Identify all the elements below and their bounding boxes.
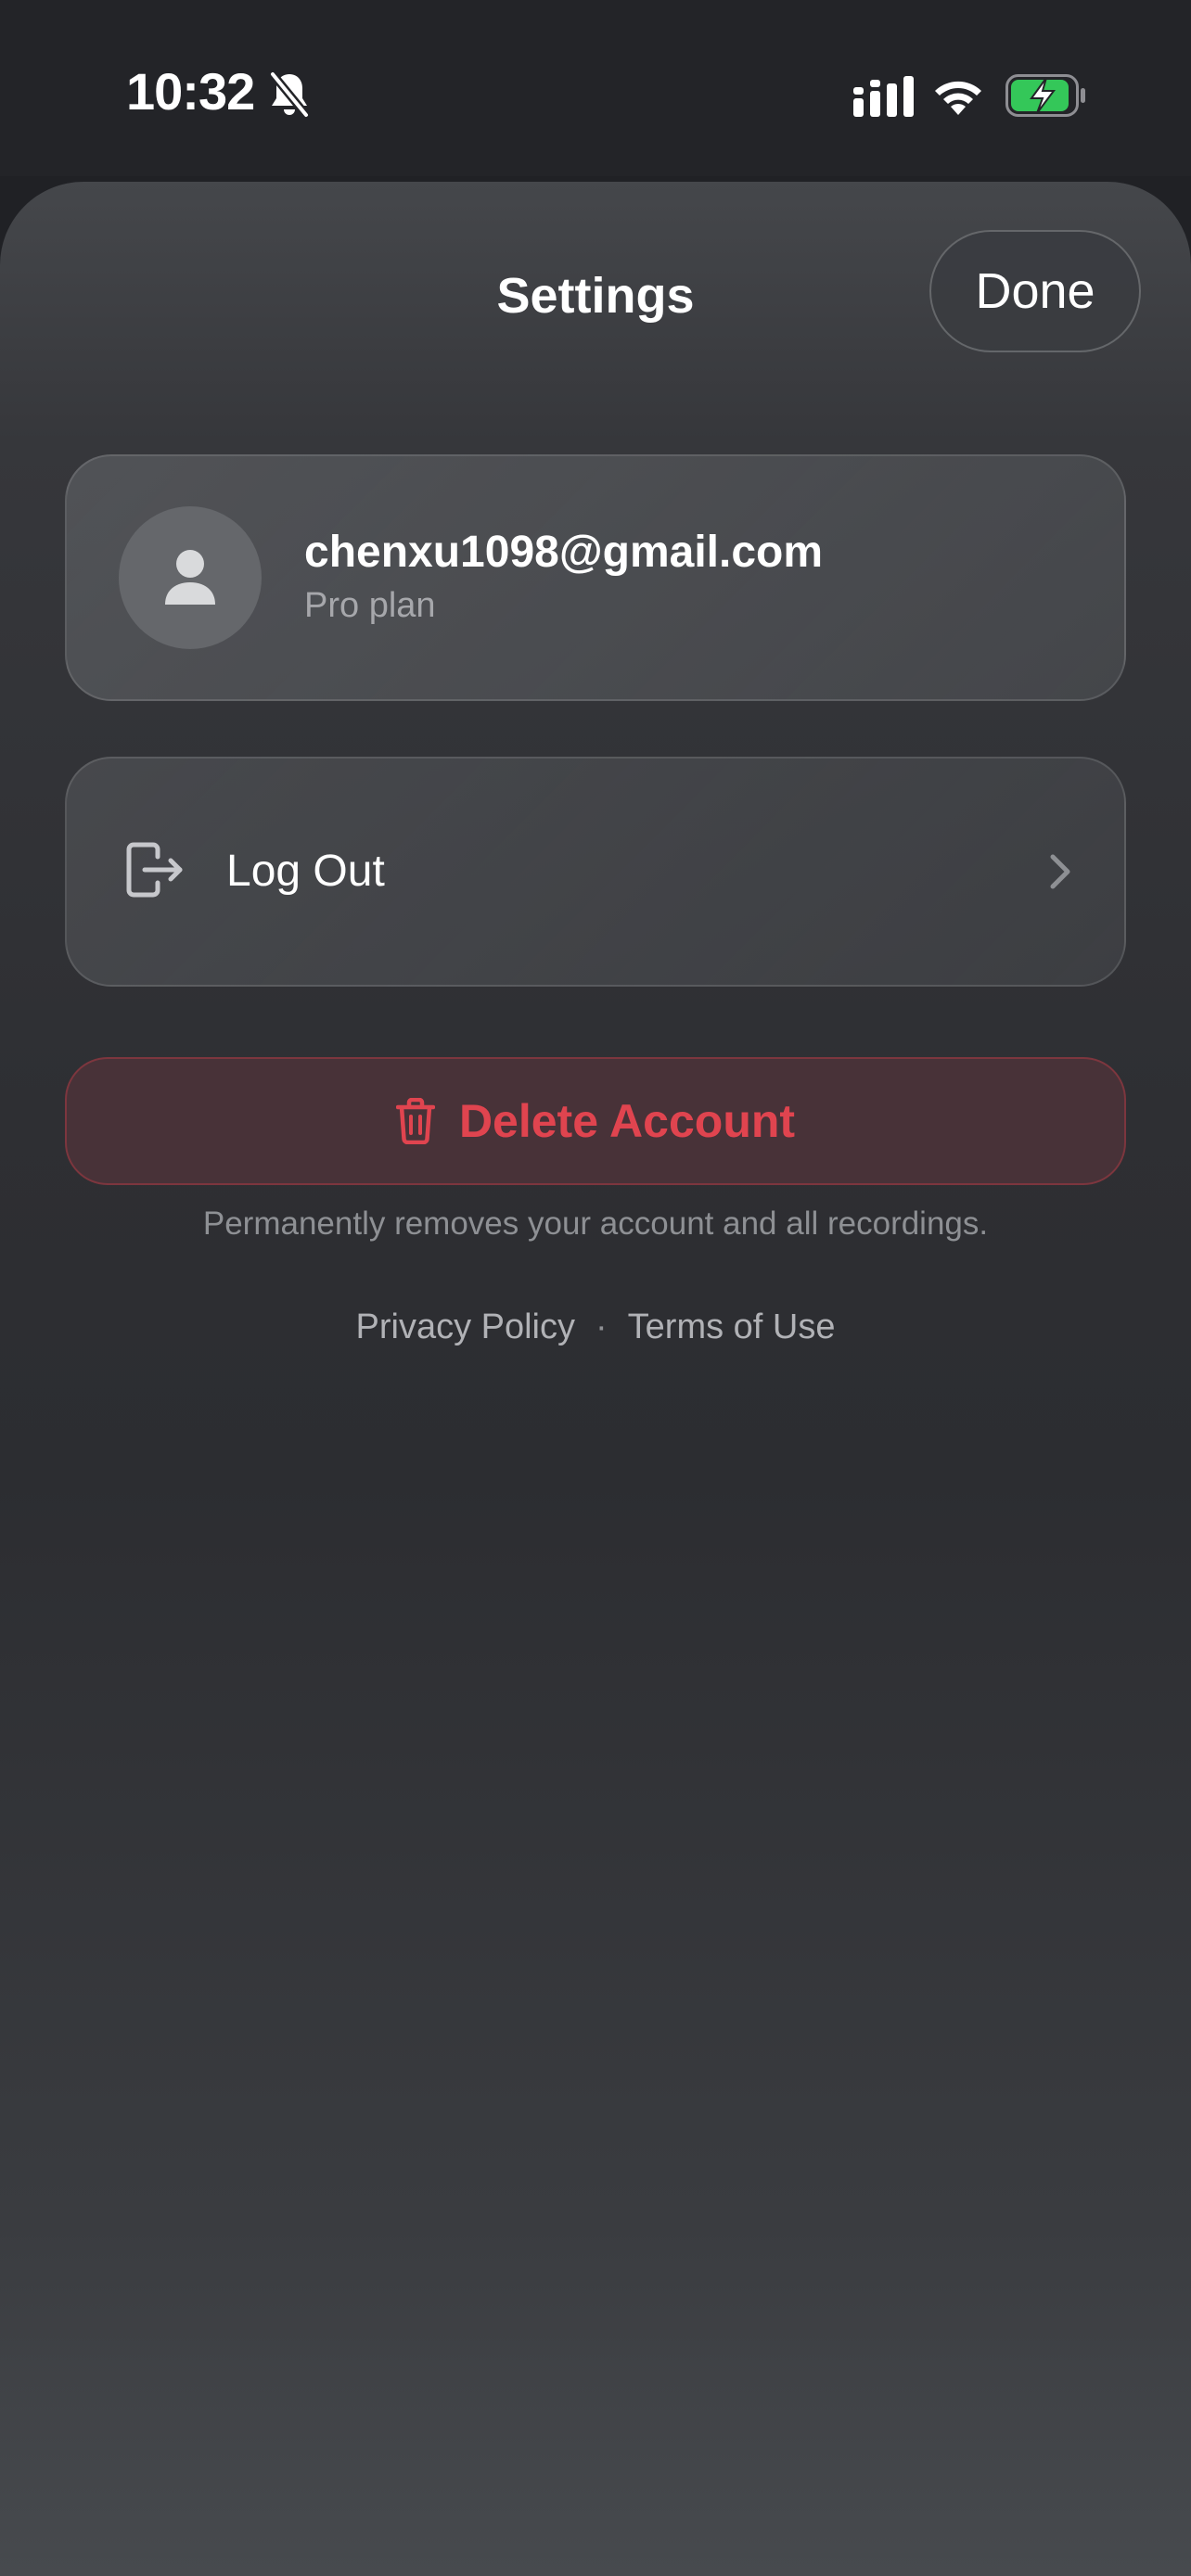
delete-account-label: Delete Account [458,1095,796,1147]
terms-of-use-link[interactable]: Terms of Use [628,1307,836,1346]
avatar [119,506,262,649]
footer-separator: · [596,1307,608,1346]
done-button[interactable]: Done [929,230,1141,352]
signal-icon [853,76,914,117]
delete-account-note: Permanently removes your account and all… [202,1205,989,1242]
logout-label: Log Out [226,847,385,896]
trash-icon [395,1098,435,1144]
settings-sheet: Settings Done chenxu1098@gmail.com Pro p… [0,182,1191,2576]
bell-slash-icon [268,70,311,119]
footer-links: Privacy Policy · Terms of Use [0,1307,1191,1347]
account-email: chenxu1098@gmail.com [304,528,824,577]
logout-icon [126,842,183,898]
delete-account-button[interactable]: Delete Account [65,1057,1126,1185]
logout-row[interactable]: Log Out [65,757,1126,987]
wifi-icon [935,81,981,115]
battery-charging-icon [1005,74,1085,117]
privacy-policy-link[interactable]: Privacy Policy [356,1307,576,1346]
account-plan: Pro plan [304,586,436,625]
status-time: 10:32 [126,62,255,121]
person-icon [165,550,215,605]
status-bar: 10:32 [0,0,1191,176]
account-card: chenxu1098@gmail.com Pro plan [65,454,1126,701]
chevron-right-icon [1050,854,1070,889]
